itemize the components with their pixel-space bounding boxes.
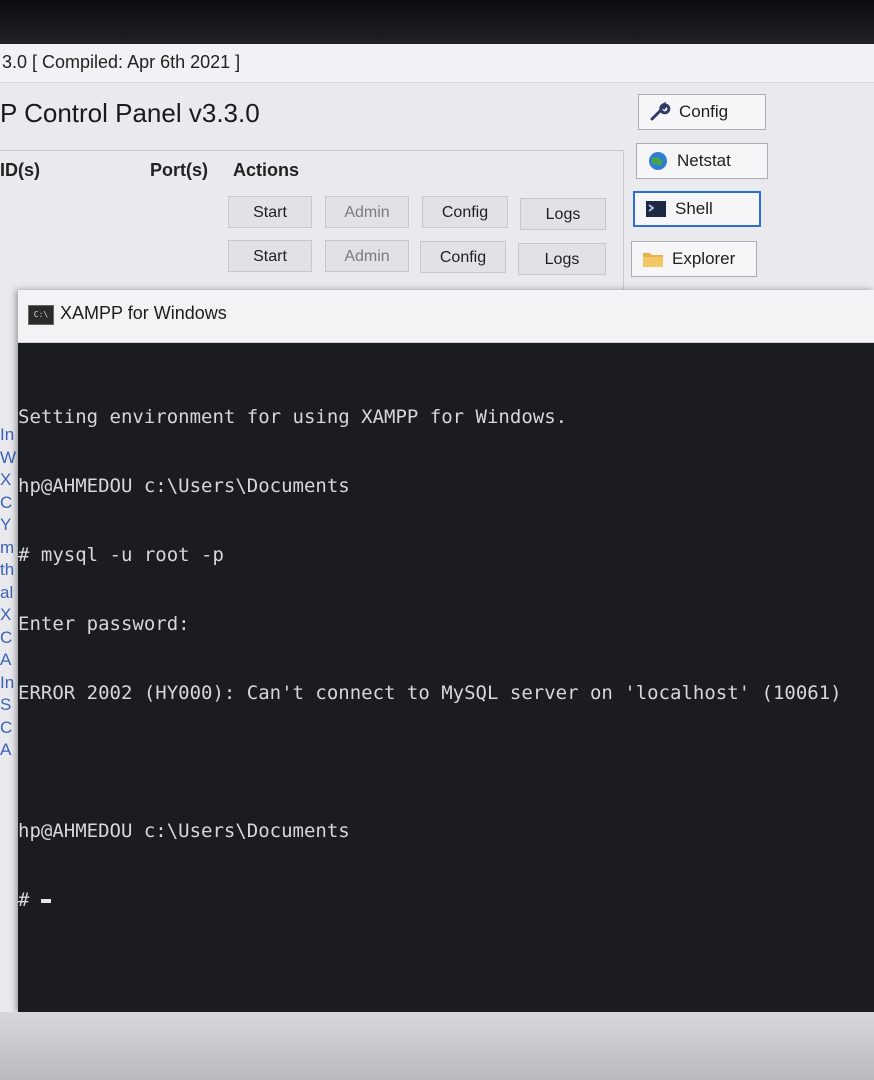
- command-prompt-icon: C:\: [28, 305, 54, 325]
- admin-button[interactable]: Admin: [325, 240, 409, 272]
- ports-column-header: Port(s): [150, 160, 208, 180]
- actions-column-header: Actions: [233, 160, 300, 180]
- terminal-title: XAMPP for Windows: [60, 303, 227, 323]
- prompt-line[interactable]: #: [18, 889, 874, 912]
- panel-title: P Control Panel v3.3.0: [0, 98, 260, 128]
- globe-icon: [649, 152, 667, 170]
- terminal-icon: [646, 201, 666, 217]
- explorer-label: Explorer: [672, 249, 736, 268]
- terminal-line: Setting environment for using XAMPP for …: [18, 406, 568, 428]
- netstat-label: Netstat: [677, 151, 731, 170]
- pids-column-header: ID(s): [0, 160, 40, 180]
- modules-group-border: [0, 150, 624, 151]
- terminal-line: Enter password:: [18, 613, 190, 635]
- terminal-line: # mysql -u root -p: [18, 544, 224, 566]
- desktop-bottom-edge: [0, 1012, 874, 1080]
- wrench-icon: [650, 102, 671, 121]
- terminal-title-bar[interactable]: C:\ XAMPP for Windows: [18, 290, 874, 343]
- prompt-symbol: #: [18, 889, 41, 911]
- version-label: 3.0 [ Compiled: Apr 6th 2021 ]: [2, 52, 241, 72]
- config-button[interactable]: Config: [420, 241, 506, 273]
- folder-icon: [643, 253, 663, 267]
- terminal-window[interactable]: C:\ XAMPP for Windows Setting environmen…: [18, 290, 874, 1012]
- explorer-button[interactable]: Explorer: [631, 241, 757, 277]
- config-side-label: Config: [679, 102, 729, 121]
- terminal-line: hp@AHMEDOU c:\Users\Documents: [18, 475, 350, 497]
- terminal-output[interactable]: Setting environment for using XAMPP for …: [18, 360, 874, 958]
- shell-button[interactable]: Shell: [633, 191, 761, 227]
- start-button[interactable]: Start: [228, 196, 312, 228]
- modules-group-border-right: [623, 150, 624, 300]
- logs-button[interactable]: Logs: [520, 198, 606, 230]
- start-button[interactable]: Start: [228, 240, 312, 272]
- config-button[interactable]: Config: [422, 196, 508, 228]
- terminal-line: hp@AHMEDOU c:\Users\Documents: [18, 820, 350, 842]
- panel-title-bar: 3.0 [ Compiled: Apr 6th 2021 ]: [0, 44, 874, 83]
- logs-button[interactable]: Logs: [518, 243, 606, 275]
- admin-button[interactable]: Admin: [325, 196, 409, 228]
- config-side-button[interactable]: Config: [638, 94, 766, 130]
- text-cursor: [40, 898, 51, 903]
- terminal-line: ERROR 2002 (HY000): Can't connect to MyS…: [18, 682, 842, 704]
- netstat-button[interactable]: Netstat: [636, 143, 768, 179]
- shell-label: Shell: [675, 199, 713, 218]
- monitor-bezel: [0, 0, 874, 44]
